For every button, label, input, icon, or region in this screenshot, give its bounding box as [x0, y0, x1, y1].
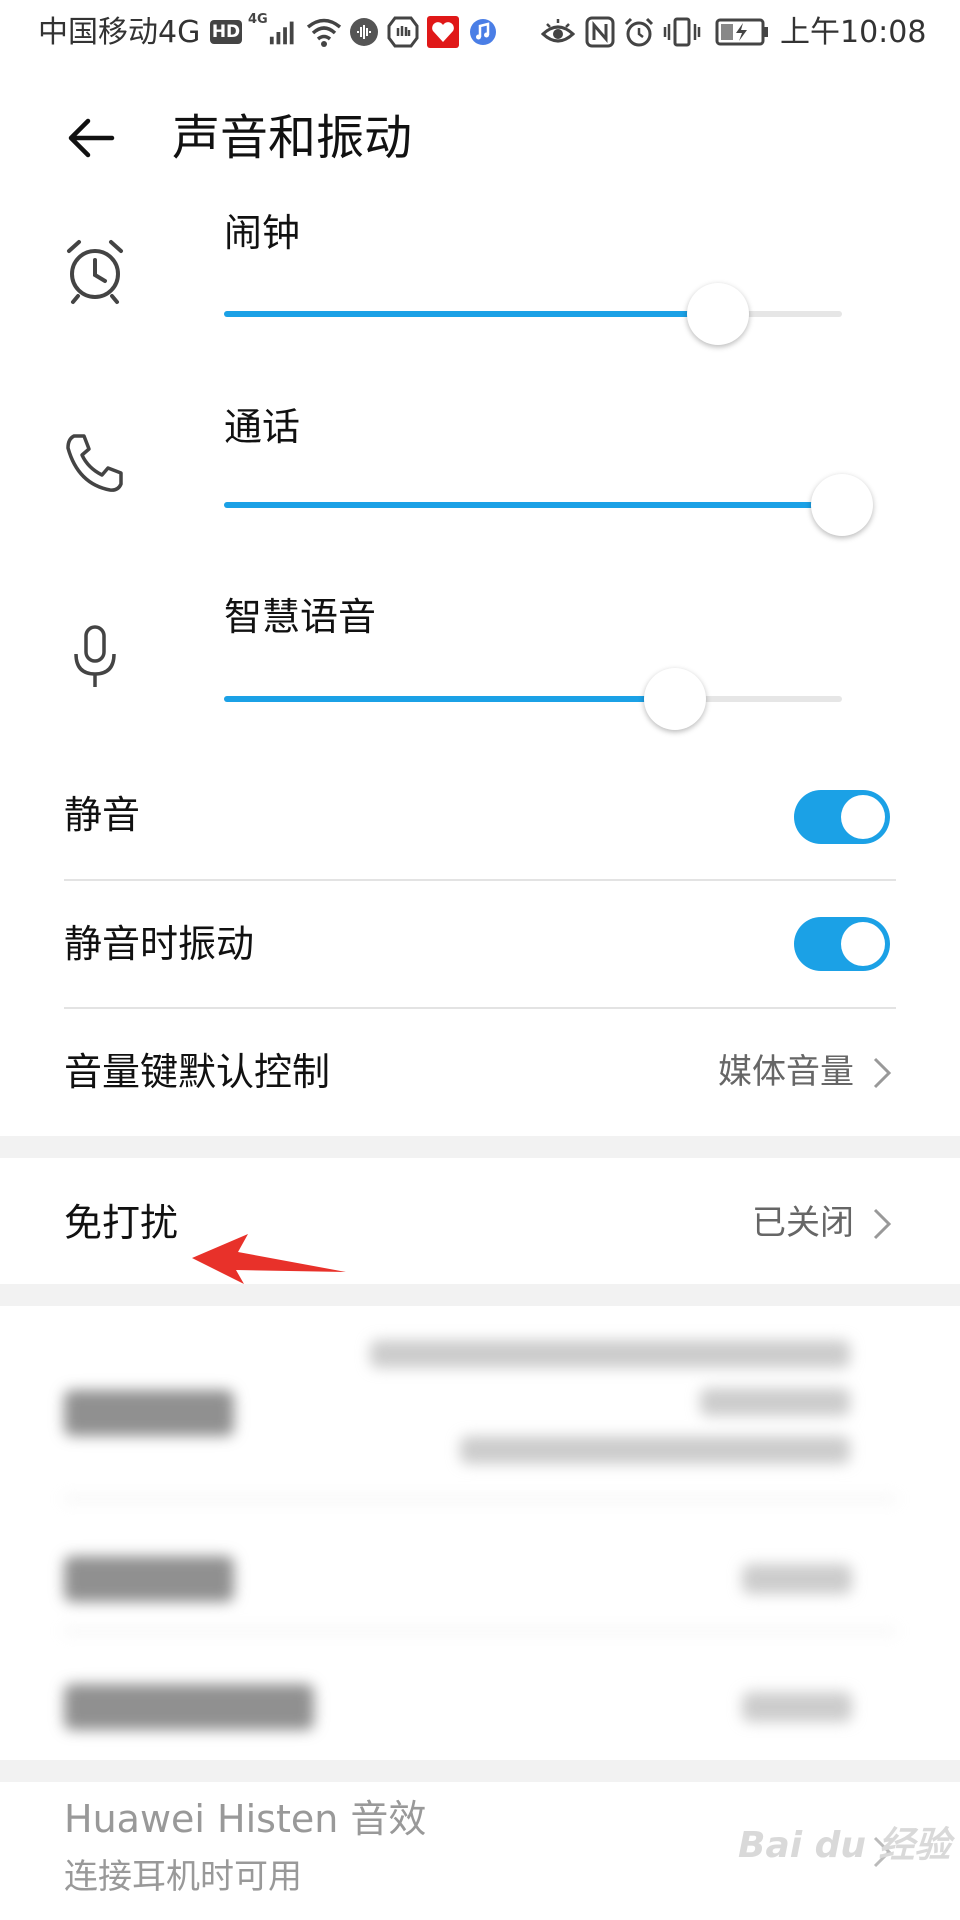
blurred-value: [700, 1388, 850, 1416]
vibrate-icon: [662, 14, 702, 50]
page-title: 声音和振动: [172, 110, 413, 166]
vibrate-on-mute-toggle[interactable]: [794, 917, 890, 971]
carrier-label: 中国移动4G: [38, 15, 201, 50]
vibrate-on-mute-row[interactable]: 静音时振动: [0, 881, 960, 1007]
shield-icon: [386, 14, 420, 50]
nfc-icon: [584, 14, 616, 50]
section-gap: [0, 1760, 960, 1782]
blurred-value: [742, 1564, 852, 1594]
section-gap: [0, 1284, 960, 1306]
alarm-volume-slider[interactable]: [224, 283, 842, 345]
music-icon: [468, 14, 498, 50]
arrow-left-icon: [68, 118, 115, 158]
slider-fill: [224, 696, 675, 702]
hd-badge: HD: [209, 20, 243, 44]
mute-row[interactable]: 静音: [0, 752, 960, 880]
blurred-value: [460, 1436, 850, 1464]
histen-sub: 连接耳机时可用: [64, 1857, 302, 1897]
voice-volume-slider[interactable]: [224, 668, 842, 730]
histen-label: Huawei Histen 音效: [64, 1797, 427, 1841]
volume-key-value: 媒体音量: [718, 1052, 854, 1092]
chevron-right-icon: [868, 1204, 896, 1244]
dnd-label: 免打扰: [64, 1201, 179, 1245]
dnd-value: 已关闭: [752, 1203, 854, 1243]
hd-icon: HD: [209, 14, 243, 50]
blurred-label: [64, 1390, 234, 1436]
slider-fill: [224, 311, 718, 317]
slider-thumb[interactable]: [644, 668, 706, 730]
battery-icon: [714, 14, 770, 50]
blurred-label: [64, 1556, 234, 1602]
clock: 上午10:08: [780, 15, 927, 50]
slider-thumb[interactable]: [811, 474, 873, 536]
slider-thumb[interactable]: [687, 283, 749, 345]
signal-icon: 4G: [248, 12, 298, 50]
call-volume-label: 通话: [224, 405, 301, 449]
app-red-icon: [426, 14, 460, 50]
audio-icon: [348, 14, 380, 50]
volume-key-label: 音量键默认控制: [64, 1050, 331, 1094]
divider: [64, 1498, 896, 1500]
section-gap: [0, 1136, 960, 1158]
back-button[interactable]: [62, 108, 122, 168]
watermark: Bai du 经验: [738, 1825, 951, 1866]
blurred-ringtone-section: [0, 1306, 960, 1760]
alarm-volume-label: 闹钟: [224, 211, 301, 255]
voice-volume-label: 智慧语音: [224, 595, 377, 639]
divider: [64, 1630, 896, 1632]
slider-fill: [224, 502, 842, 508]
alarm-clock-icon: [60, 236, 130, 306]
toggle-knob: [841, 795, 885, 839]
blurred-value: [370, 1340, 850, 1368]
eye-icon: [540, 14, 576, 50]
mute-label: 静音: [64, 793, 141, 837]
network-type: 4G: [248, 12, 268, 27]
wifi-icon: [304, 14, 344, 50]
microphone-icon: [60, 622, 130, 692]
phone-icon: [60, 428, 130, 498]
blurred-value: [742, 1692, 852, 1722]
blurred-label: [64, 1684, 314, 1730]
alarm-icon: [622, 14, 656, 50]
status-bar: 中国移动4G HD 4G 上午10:08: [0, 0, 960, 66]
annotation-arrow: [190, 1232, 350, 1284]
vibrate-on-mute-label: 静音时振动: [64, 922, 255, 966]
volume-key-row[interactable]: 音量键默认控制 媒体音量: [0, 1009, 960, 1135]
toggle-knob: [841, 922, 885, 966]
mute-toggle[interactable]: [794, 790, 890, 844]
chevron-right-icon: [868, 1053, 896, 1093]
do-not-disturb-row[interactable]: 免打扰 已关闭: [0, 1158, 960, 1284]
call-volume-slider[interactable]: [224, 474, 873, 536]
